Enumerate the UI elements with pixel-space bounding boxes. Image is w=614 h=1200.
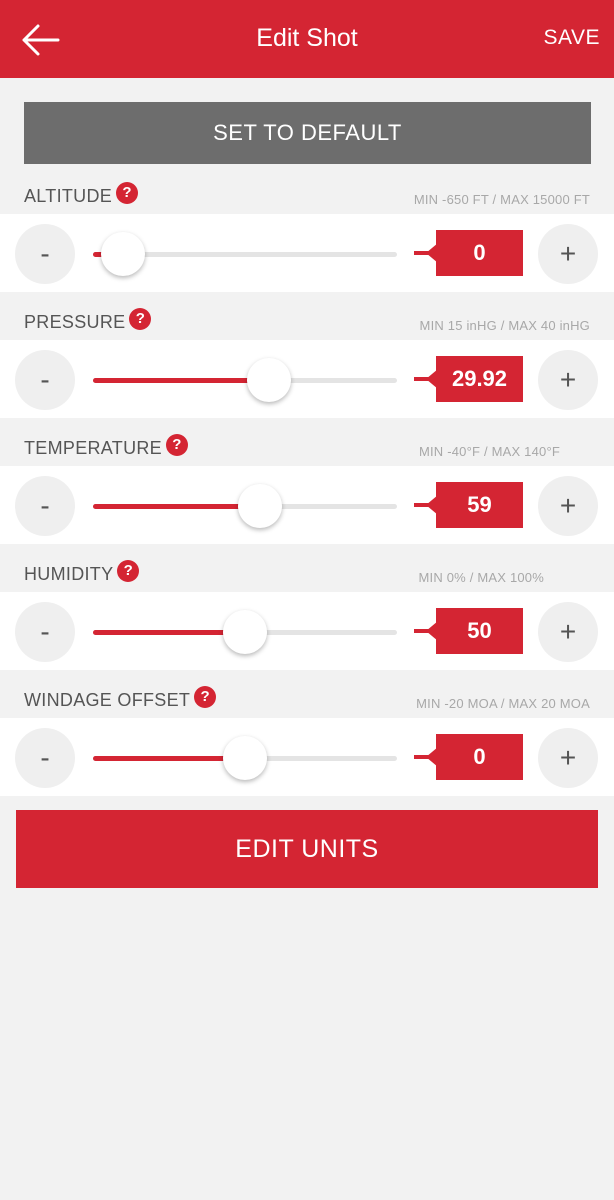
pressure-control: - 29.92 + bbox=[0, 340, 614, 418]
temperature-increment-button[interactable]: + bbox=[538, 476, 598, 536]
pressure-decrement-button[interactable]: - bbox=[15, 350, 75, 410]
page-title: Edit Shot bbox=[256, 24, 358, 52]
humidity-control: - 50 + bbox=[0, 592, 614, 670]
help-icon[interactable]: ? bbox=[165, 433, 188, 456]
help-icon[interactable]: ? bbox=[117, 559, 140, 582]
humidity-value-tag: 50 bbox=[414, 608, 523, 654]
pressure-header: PRESSURE ? MIN 15 inHG / MAX 40 inHG bbox=[0, 292, 614, 340]
altitude-header: ALTITUDE ? MIN -650 FT / MAX 15000 FT bbox=[0, 166, 614, 214]
slider-thumb[interactable] bbox=[238, 484, 283, 528]
temperature-value[interactable]: 59 bbox=[436, 482, 523, 528]
altitude-control: - 0 + bbox=[0, 214, 614, 292]
slider-fill bbox=[93, 504, 261, 509]
altitude-range: MIN -650 FT / MAX 15000 FT bbox=[413, 192, 590, 207]
windage-offset-label: WINDAGE OFFSET bbox=[24, 690, 191, 710]
slider-thumb[interactable] bbox=[223, 736, 267, 780]
help-icon[interactable]: ? bbox=[129, 307, 152, 330]
altitude-value-tag: 0 bbox=[414, 230, 523, 276]
humidity-decrement-button[interactable]: - bbox=[15, 602, 75, 662]
section-label: ALTITUDE ? bbox=[24, 181, 139, 207]
windage-offset-control: - 0 + bbox=[0, 718, 614, 796]
slider-thumb[interactable] bbox=[101, 232, 146, 276]
altitude-value[interactable]: 0 bbox=[436, 230, 523, 276]
windage-offset-slider[interactable] bbox=[93, 736, 397, 780]
pressure-increment-button[interactable]: + bbox=[538, 350, 598, 410]
pressure-range: MIN 15 inHG / MAX 40 inHG bbox=[419, 318, 590, 333]
set-to-default-button[interactable]: SET TO DEFAULT bbox=[24, 102, 591, 164]
temperature-control: - 59 + bbox=[0, 466, 614, 544]
humidity-value[interactable]: 50 bbox=[436, 608, 523, 654]
altitude-increment-button[interactable]: + bbox=[538, 224, 598, 284]
slider-fill bbox=[93, 378, 270, 383]
section-label: TEMPERATURE ? bbox=[24, 433, 188, 459]
humidity-header: HUMIDITY ? MIN 0% / MAX 100% bbox=[0, 544, 614, 592]
windage-offset-value-tag: 0 bbox=[414, 734, 523, 780]
temperature-label: TEMPERATURE bbox=[24, 438, 162, 458]
altitude-decrement-button[interactable]: - bbox=[15, 224, 75, 284]
top-bar: Edit Shot SAVE bbox=[0, 0, 614, 78]
humidity-range: MIN 0% / MAX 100% bbox=[418, 570, 544, 585]
help-icon[interactable]: ? bbox=[116, 181, 139, 204]
humidity-increment-button[interactable]: + bbox=[538, 602, 598, 662]
pressure-slider[interactable] bbox=[93, 358, 397, 402]
windage-offset-increment-button[interactable]: + bbox=[538, 728, 598, 788]
windage-offset-header: WINDAGE OFFSET ? MIN -20 MOA / MAX 20 MO… bbox=[0, 670, 614, 718]
humidity-slider[interactable] bbox=[93, 610, 397, 654]
windage-offset-value[interactable]: 0 bbox=[436, 734, 523, 780]
slider-thumb[interactable] bbox=[247, 358, 292, 402]
section-label: HUMIDITY ? bbox=[24, 559, 140, 585]
temperature-range: MIN -40°F / MAX 140°F bbox=[418, 444, 560, 459]
temperature-decrement-button[interactable]: - bbox=[15, 476, 75, 536]
pressure-label: PRESSURE bbox=[24, 312, 126, 332]
pressure-value[interactable]: 29.92 bbox=[436, 356, 523, 402]
section-label: PRESSURE ? bbox=[24, 307, 152, 333]
humidity-label: HUMIDITY bbox=[24, 564, 114, 584]
windage-offset-range: MIN -20 MOA / MAX 20 MOA bbox=[416, 696, 590, 711]
slider-thumb[interactable] bbox=[223, 610, 267, 654]
pressure-value-tag: 29.92 bbox=[414, 356, 523, 402]
save-button[interactable]: SAVE bbox=[544, 26, 600, 50]
windage-offset-decrement-button[interactable]: - bbox=[15, 728, 75, 788]
temperature-slider[interactable] bbox=[93, 484, 397, 528]
help-icon[interactable]: ? bbox=[194, 685, 217, 708]
temperature-value-tag: 59 bbox=[414, 482, 523, 528]
temperature-header: TEMPERATURE ? MIN -40°F / MAX 140°F bbox=[0, 418, 614, 466]
altitude-label: ALTITUDE bbox=[24, 186, 113, 206]
edit-units-button[interactable]: EDIT UNITS bbox=[16, 810, 598, 888]
section-label: WINDAGE OFFSET ? bbox=[24, 685, 217, 711]
altitude-slider[interactable] bbox=[93, 232, 397, 276]
